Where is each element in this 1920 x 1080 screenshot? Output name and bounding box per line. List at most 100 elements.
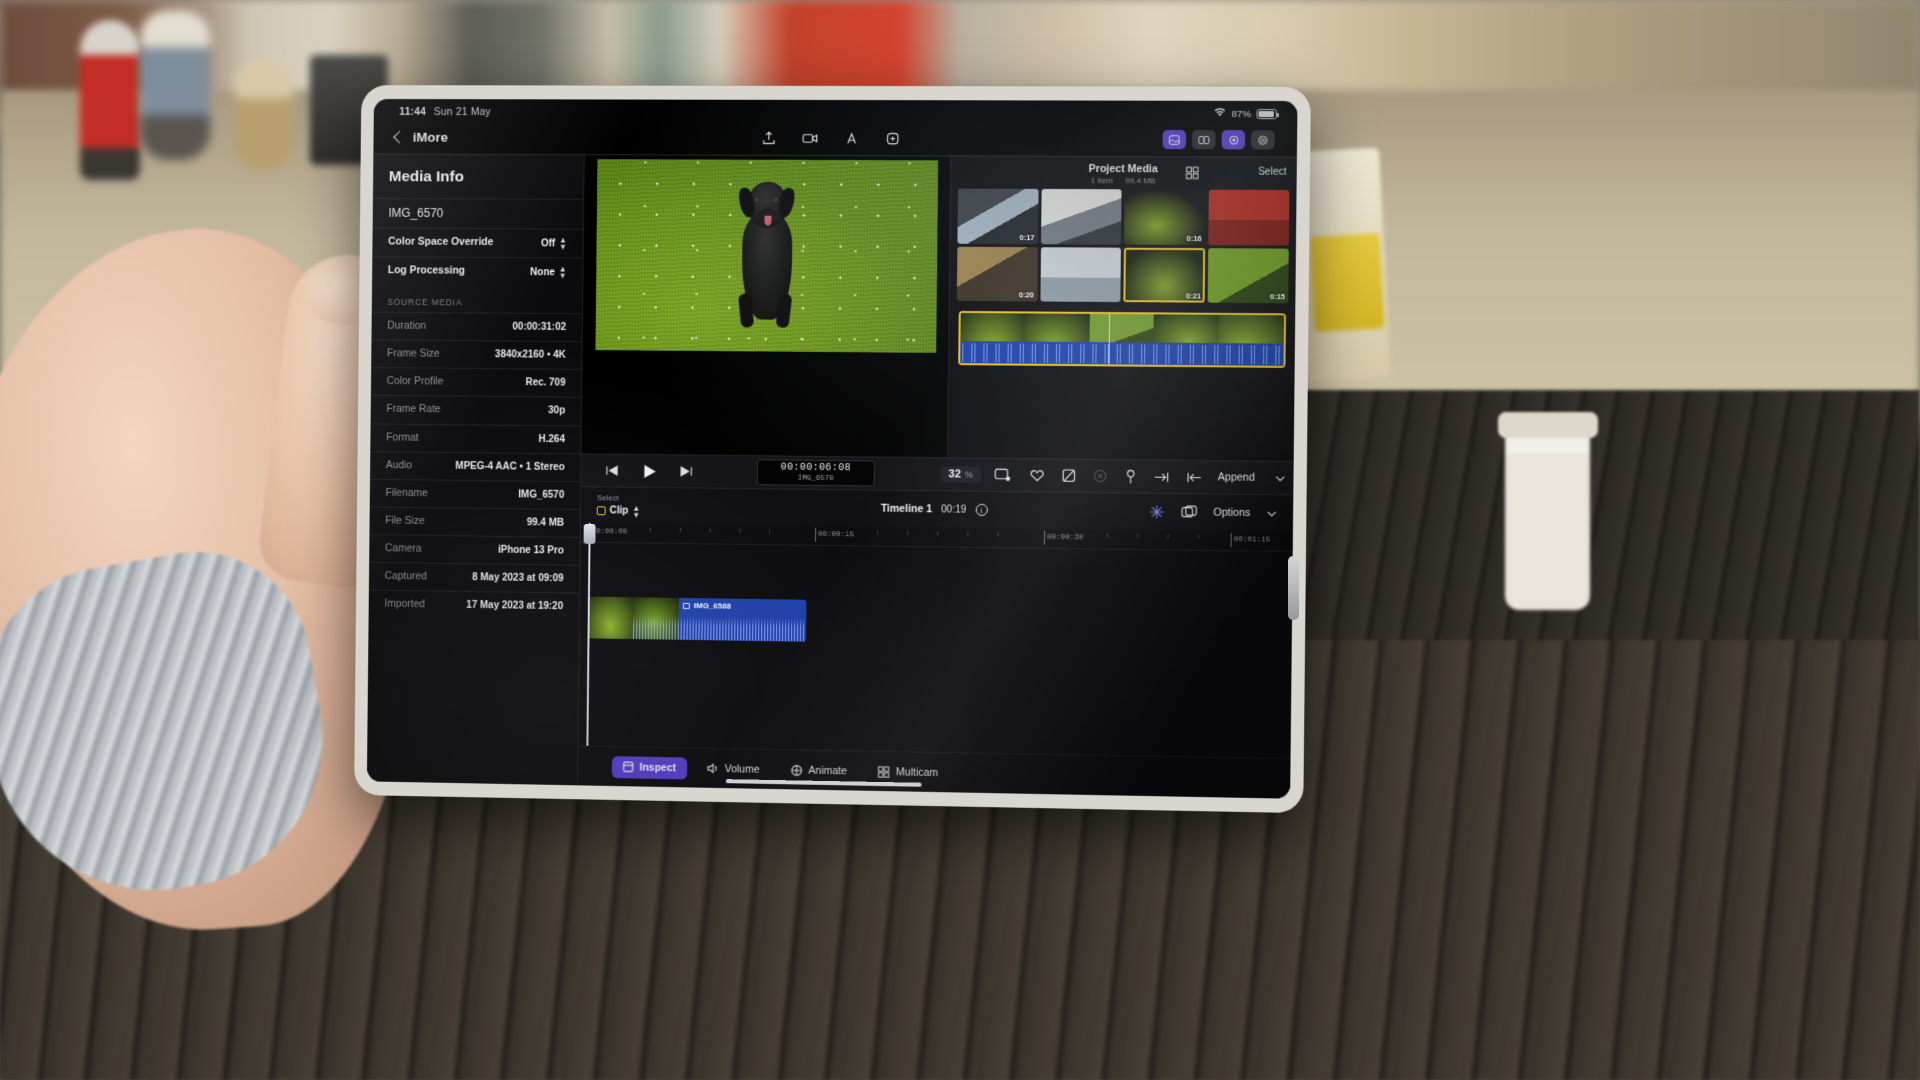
playhead-handle[interactable]: [583, 523, 596, 545]
thumbnail-duration: 0:17: [1019, 232, 1035, 242]
ios-status-bar: 11:44 Sun 21 May 87%: [374, 99, 1298, 123]
audio-icon[interactable]: [1221, 130, 1246, 150]
source-row-color-profile: Color Profile Rec. 709: [370, 367, 582, 398]
ruler-tick: [877, 530, 879, 535]
background-coffee-cup: [1505, 420, 1590, 610]
tool-animate-label: Animate: [808, 764, 847, 777]
timeline-track[interactable]: IMG_6588: [580, 596, 1293, 650]
goto-end-icon[interactable]: [1154, 470, 1169, 483]
timeline-area[interactable]: 00:00:00 00:00:15 00:00:30 00:01:15 IMG_…: [578, 522, 1293, 759]
grid-view-icon[interactable]: [1186, 166, 1199, 179]
source-row-camera: Camera iPhone 13 Pro: [369, 534, 580, 565]
media-thumbnail[interactable]: 0:16: [1123, 189, 1206, 245]
keyframes-icon[interactable]: [1148, 504, 1164, 520]
info-icon[interactable]: i: [975, 503, 988, 516]
timecode-value: 00:00:06:08: [780, 462, 852, 475]
tool-volume[interactable]: Volume: [696, 757, 771, 780]
step-forward-icon[interactable]: [679, 465, 693, 477]
source-row-audio: Audio MPEG-4 AAC • 1 Stereo: [370, 450, 581, 481]
goto-start-icon[interactable]: [1186, 470, 1201, 483]
timeline-selection-group: Select Clip ▲ ▼: [596, 493, 641, 519]
media-select-button[interactable]: Select: [1258, 167, 1286, 178]
media-thumbnail[interactable]: 0:17: [957, 188, 1039, 244]
thumbnail-duration: 0:16: [1186, 233, 1202, 243]
project-media-panel: Project Media 1 item 99.4 MB Select 0:17…: [947, 156, 1297, 462]
inspector-title: Media Info: [388, 168, 465, 186]
status-date: Sun 21 May: [433, 106, 491, 119]
stepper-icon[interactable]: ▲ ▼: [632, 503, 640, 519]
step-back-icon[interactable]: [605, 465, 619, 477]
project-media-size: 99.4 MB: [1125, 176, 1156, 186]
row-value: H.264: [538, 433, 565, 445]
log-processing-value: None ▲ ▼: [530, 264, 567, 280]
ruler-label: 00:00:00: [591, 528, 628, 537]
back-button[interactable]: iMore: [393, 130, 448, 145]
tool-inspect[interactable]: Inspect: [611, 755, 688, 779]
timeline-clip[interactable]: IMG_6588: [587, 596, 807, 642]
timecode-display[interactable]: 00:00:06:08 IMG_6570: [756, 459, 875, 487]
zoom-level-value: 32: [948, 468, 961, 481]
clear-icon[interactable]: [1093, 469, 1107, 483]
inspector-clip-name-row[interactable]: IMG_6570: [372, 197, 584, 229]
ruler-label: 00:01:15: [1233, 536, 1271, 545]
zoom-level-control[interactable]: 32 %: [940, 466, 982, 483]
wifi-icon: [1214, 108, 1226, 120]
clip-name-row: IMG_6588: [682, 601, 731, 611]
ruler-tick: [847, 530, 849, 535]
crop-icon[interactable]: [994, 468, 1011, 482]
project-media-count: 1 item: [1090, 176, 1113, 186]
media-thumbnail[interactable]: [1207, 189, 1290, 246]
overlay-icon[interactable]: [1181, 505, 1197, 519]
row-label: Captured: [384, 570, 428, 583]
video-preview-frame[interactable]: [594, 159, 938, 353]
transitions-icon[interactable]: [1191, 130, 1216, 150]
media-thumbnail[interactable]: 0:20: [956, 246, 1038, 302]
status-time: 11:44: [399, 105, 427, 118]
ruler-tick: [769, 529, 771, 534]
source-row-format: Format H.264: [370, 422, 581, 453]
media-thumbnail-selected[interactable]: 0:21: [1123, 247, 1205, 303]
video-viewer[interactable]: [581, 155, 951, 458]
ruler-label: 00:00:15: [818, 530, 855, 540]
row-value: 99.4 MB: [526, 517, 565, 529]
log-processing-row[interactable]: Log Processing None ▲ ▼: [372, 256, 583, 287]
titles-icon[interactable]: [844, 131, 859, 146]
camera-icon[interactable]: [802, 131, 818, 146]
media-thumbnail[interactable]: 0:15: [1207, 247, 1289, 304]
row-value: iPhone 13 Pro: [497, 544, 564, 557]
source-filmstrip[interactable]: [958, 311, 1287, 369]
append-button[interactable]: Append: [1218, 471, 1286, 484]
tool-multicam[interactable]: Multicam: [867, 760, 950, 784]
row-label: Frame Rate: [386, 403, 441, 416]
media-thumbnail[interactable]: [1039, 246, 1121, 303]
tool-inspect-label: Inspect: [639, 761, 677, 774]
media-thumbnail-grid: 0:17 0:16 0:20 0:21 0:15: [950, 188, 1297, 304]
share-icon[interactable]: [885, 131, 900, 146]
chevron-down-icon[interactable]: [1267, 510, 1277, 517]
settings-icon[interactable]: [1251, 130, 1275, 150]
clip-mode-button[interactable]: Clip ▲ ▼: [596, 503, 640, 519]
color-space-override-value: Off ▲ ▼: [541, 236, 567, 252]
row-label: Duration: [387, 319, 427, 332]
export-icon[interactable]: [761, 131, 776, 146]
tool-animate[interactable]: Animate: [779, 759, 858, 782]
stepper-icon[interactable]: ▲ ▼: [559, 264, 567, 280]
keyframe-icon[interactable]: [1124, 469, 1136, 484]
reject-icon[interactable]: [1062, 469, 1076, 483]
append-label: Append: [1217, 471, 1255, 484]
color-space-override-row[interactable]: Color Space Override Off ▲ ▼: [372, 227, 583, 258]
row-value: MPEG-4 AAC • 1 Stereo: [455, 460, 565, 473]
project-media-header: Project Media 1 item 99.4 MB Select: [951, 156, 1297, 190]
row-value: IMG_6570: [518, 489, 565, 501]
media-thumbnail[interactable]: [1040, 188, 1122, 245]
play-icon[interactable]: [641, 462, 658, 479]
media-library-icon[interactable]: [1162, 129, 1187, 150]
stepper-icon[interactable]: ▲ ▼: [559, 236, 567, 252]
tool-multicam-label: Multicam: [895, 765, 939, 779]
chevron-down-icon[interactable]: [1275, 474, 1285, 481]
favorite-icon[interactable]: [1029, 468, 1044, 482]
thumbnail-duration: 0:15: [1269, 292, 1286, 302]
options-label[interactable]: Options: [1213, 507, 1250, 520]
row-label: Filename: [385, 486, 428, 500]
ipad-screen: 11:44 Sun 21 May 87% iMore Media Info IM…: [366, 98, 1298, 799]
